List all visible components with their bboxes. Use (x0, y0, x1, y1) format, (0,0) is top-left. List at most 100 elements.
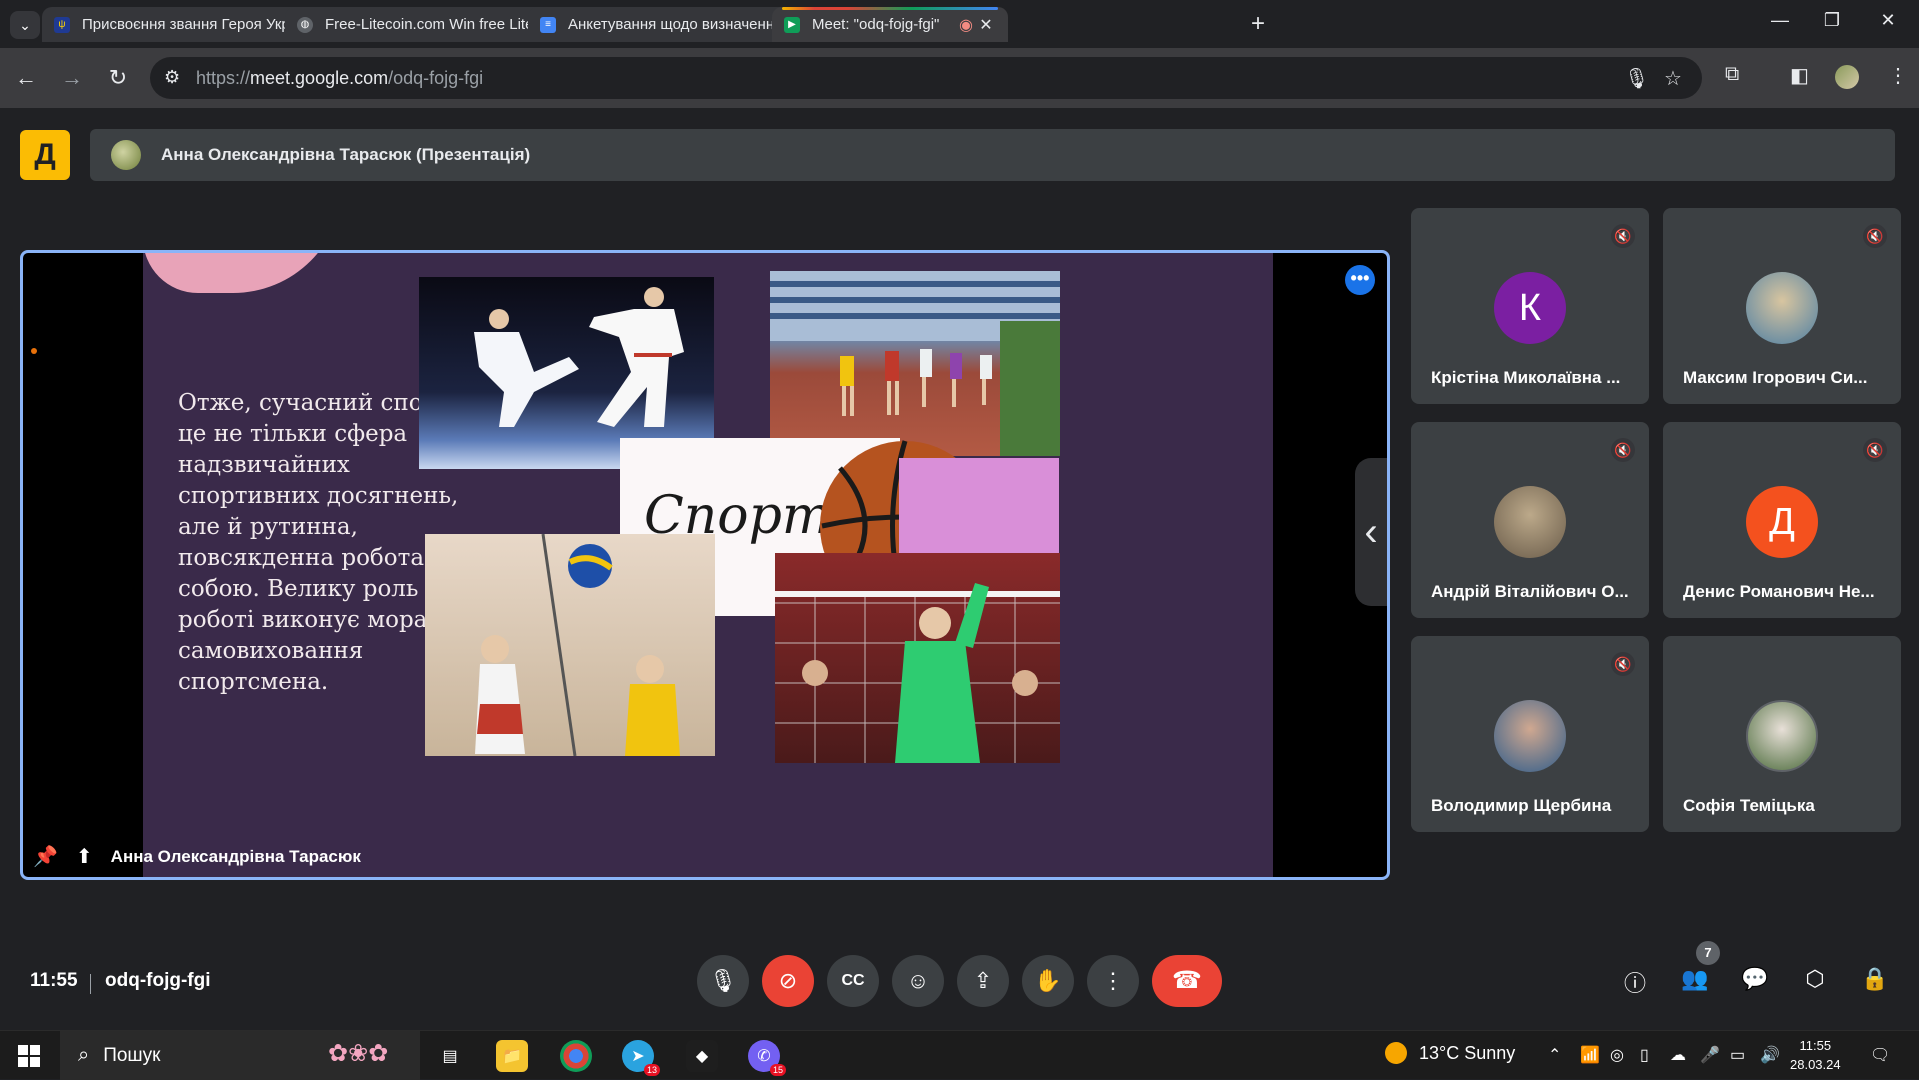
address-bar[interactable]: ⚙ https://meet.google.com/odq-fojg-fgi 🎙… (150, 57, 1702, 99)
pin-icon[interactable]: 📌 (33, 844, 58, 869)
windows-start-icon[interactable] (18, 1045, 40, 1067)
bookmark-star-icon[interactable]: ☆ (1664, 66, 1682, 91)
football-photo (775, 553, 1060, 763)
people-icon[interactable]: 👥 (1680, 966, 1710, 992)
tray-time: 11:55 (1799, 1038, 1832, 1053)
back-icon[interactable]: ← (12, 64, 40, 92)
participant-tile[interactable]: 🔇 Максим Ігорович Си... (1663, 208, 1901, 404)
present-screen-icon[interactable]: ⬆ (76, 844, 93, 869)
participant-name: Андрій Віталійович О... (1431, 582, 1629, 601)
mic-muted-icon: 🔇 (1863, 438, 1887, 462)
reload-icon[interactable]: ↻ (104, 64, 132, 92)
recording-icon: ◉ (959, 16, 973, 34)
side-panel-icon[interactable]: ◧ (1790, 63, 1809, 88)
sun-icon (1385, 1042, 1407, 1064)
site-info-icon[interactable]: ⚙ (164, 67, 180, 88)
participant-tile[interactable]: 🔇 Володимир Щербина (1411, 636, 1649, 832)
leave-call-button[interactable]: ☎ (1152, 955, 1222, 1007)
close-window-icon[interactable]: ✕ (1868, 10, 1908, 31)
avatar (1494, 486, 1566, 558)
meeting-code[interactable]: odq-fojg-fgi (105, 970, 211, 992)
chat-icon[interactable]: 💬 (1740, 966, 1770, 992)
profile-avatar[interactable] (1835, 65, 1859, 89)
tab-search-dropdown-icon[interactable]: ⌄ (10, 11, 40, 39)
file-explorer-icon[interactable]: 📁 (496, 1040, 528, 1072)
presenter-label: Анна Олександрівна Тарасюк (110, 846, 361, 866)
task-view-icon[interactable]: ▤ (434, 1040, 466, 1072)
windows-taskbar: ⌕ Пошук ✿❀✿ ▤ 📁 ➤ 13 ◆ ✆ 15 13°C Sunny ⌃ 📶… (0, 1030, 1919, 1080)
camera-off-button[interactable]: ⊘ (762, 955, 814, 1007)
more-options-button[interactable]: ⋮ (1087, 955, 1139, 1007)
volume-icon[interactable]: 🔊 (1760, 1045, 1780, 1065)
close-tab-icon[interactable]: ✕ (976, 15, 996, 35)
presentation-title: Анна Олександрівна Тарасюк (Презентація) (161, 145, 531, 164)
mic-muted-icon: 🔇 (1863, 224, 1887, 248)
participant-tile[interactable]: 🔇 Андрій Віталійович О... (1411, 422, 1649, 618)
activities-icon[interactable]: ⬡ (1800, 966, 1830, 992)
taskbar-search[interactable]: ⌕ Пошук ✿❀✿ (60, 1031, 420, 1080)
device-icon[interactable]: ▯ (1640, 1045, 1649, 1065)
presentation-stage[interactable]: Отже, сучасний спорт – це не тільки сфер… (20, 250, 1390, 880)
mic-muted-icon: 🔇 (1611, 224, 1635, 248)
microphone-toggle-button[interactable]: 🎙 (697, 955, 749, 1007)
pink-decor-block (899, 458, 1059, 558)
notifications-icon[interactable]: 🗨 (1870, 1045, 1890, 1065)
restore-icon[interactable]: ❐ (1812, 10, 1852, 31)
forward-icon[interactable]: → (58, 64, 86, 92)
decor-blob (143, 253, 343, 293)
figma-icon[interactable]: ◆ (686, 1040, 718, 1072)
cloud-icon[interactable]: ☁ (1670, 1045, 1686, 1065)
collapse-sidebar-handle[interactable]: ‹ (1355, 458, 1387, 606)
show-hidden-icons-icon[interactable]: ⌃ (1548, 1045, 1561, 1065)
browser-tab-strip: ⌄ ψ Присвоєння звання Героя Укр ✕ ◍ Free… (0, 0, 1919, 48)
new-tab-button[interactable]: + (1245, 12, 1271, 38)
mic-muted-icon: 🔇 (1611, 438, 1635, 462)
participant-name: Крістіна Миколаївна ... (1431, 368, 1621, 387)
meeting-details-icon[interactable]: ⓘ (1620, 966, 1650, 998)
menu-kebab-icon[interactable]: ⋮ (1888, 63, 1908, 88)
google-meet-icon: ▶ (784, 16, 800, 33)
url-text[interactable]: https://meet.google.com/odq-fojg-fgi (196, 68, 483, 89)
date-time[interactable]: 11:55 28.03.24 (1790, 1036, 1841, 1074)
avatar: К (1494, 272, 1566, 344)
tray-date: 28.03.24 (1790, 1057, 1841, 1072)
people-count-badge: 7 (1696, 941, 1720, 965)
microphone-icon[interactable]: 🎙 (1624, 66, 1649, 91)
more-options-icon[interactable]: ••• (1345, 265, 1375, 295)
tab-title: Meet: "odq-fojg-fgi" (812, 16, 940, 33)
meet-app-logo[interactable]: Д (20, 130, 70, 180)
tab-meet[interactable]: ▶ Meet: "odq-fojg-fgi" ◉ ✕ (772, 7, 1008, 42)
minimize-icon[interactable]: — (1760, 10, 1800, 31)
avatar (1494, 700, 1566, 772)
meet-window: Д Анна Олександрівна Тарасюк (Презентаці… (0, 108, 1919, 1030)
tab-title: Присвоєння звання Героя Укр (82, 16, 290, 33)
wifi-icon[interactable]: 📶 (1580, 1045, 1600, 1065)
participant-name: Максим Ігорович Си... (1683, 368, 1868, 387)
browser-toolbar: ← → ↻ ⚙ https://meet.google.com/odq-fojg… (0, 48, 1919, 108)
battery-icon[interactable]: ▭ (1730, 1045, 1745, 1065)
mic-muted-icon: 🔇 (1611, 652, 1635, 676)
present-now-button[interactable]: ⇪ (957, 955, 1009, 1007)
extensions-icon[interactable]: ⧉ (1725, 63, 1739, 86)
weather-widget[interactable]: 13°C Sunny (1385, 1042, 1515, 1064)
viber-icon[interactable]: ✆ 15 (748, 1040, 786, 1076)
chrome-icon[interactable] (560, 1040, 592, 1072)
participant-tile[interactable]: 🔇 Д Денис Романович Не... (1663, 422, 1901, 618)
cherry-blossom-decor: ✿❀✿ (328, 1040, 389, 1067)
host-controls-icon[interactable]: 🔒 (1860, 966, 1890, 992)
presentation-banner[interactable]: Анна Олександрівна Тарасюк (Презентація) (90, 129, 1895, 181)
avatar (1746, 272, 1818, 344)
indicator-dot (31, 348, 37, 354)
captions-button[interactable]: CC (827, 955, 879, 1007)
participant-tile[interactable]: Софія Теміцька (1663, 636, 1901, 832)
app-tray-icon[interactable]: ◎ (1610, 1045, 1624, 1065)
presenter-avatar (111, 140, 141, 170)
participant-name: Софія Теміцька (1683, 796, 1815, 815)
telegram-icon[interactable]: ➤ 13 (622, 1040, 660, 1076)
mic-tray-icon[interactable]: 🎤 (1700, 1045, 1720, 1065)
participant-tile[interactable]: 🔇 К Крістіна Миколаївна ... (1411, 208, 1649, 404)
emoji-reaction-button[interactable]: ☺ (892, 955, 944, 1007)
stage-footer: 📌 ⬆ Анна Олександрівна Тарасюк (33, 844, 361, 869)
raise-hand-button[interactable]: ✋ (1022, 955, 1074, 1007)
avatar: Д (1746, 486, 1818, 558)
